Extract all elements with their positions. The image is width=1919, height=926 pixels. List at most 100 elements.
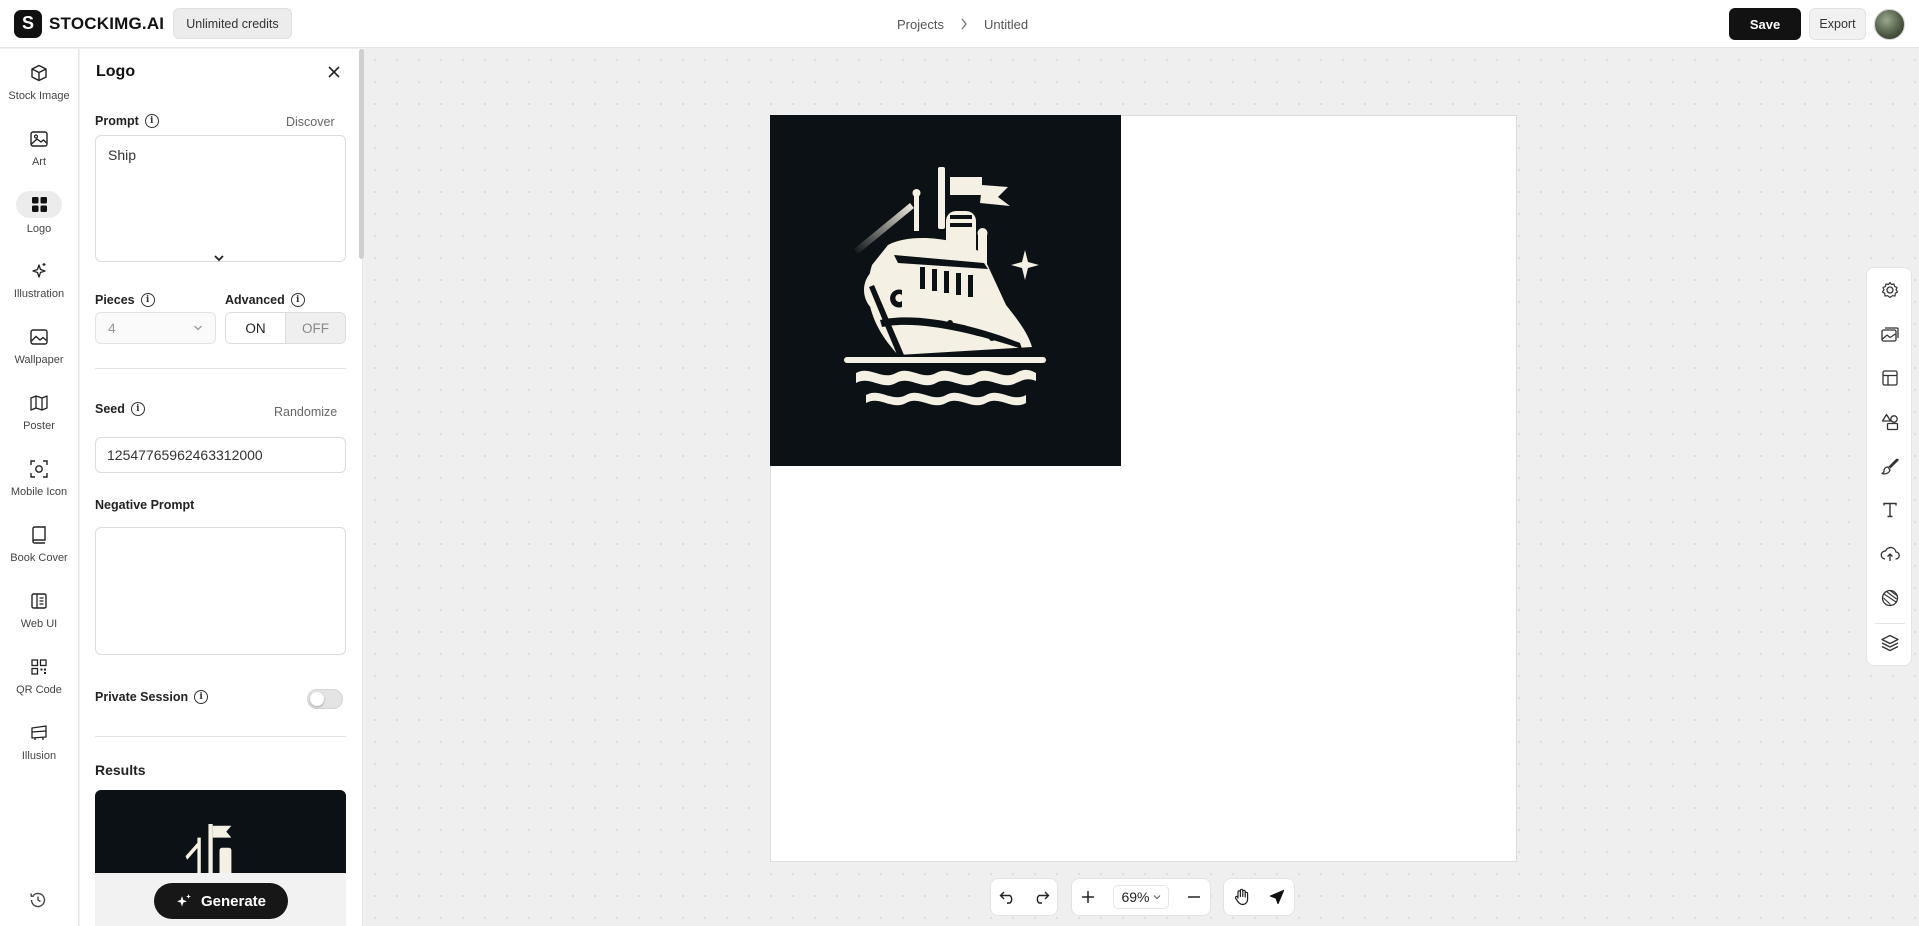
brand[interactable]: S STOCKIMG.AI	[14, 9, 165, 38]
rail-item-stock-image[interactable]: Stock Image	[0, 61, 78, 117]
rail-label: QR Code	[16, 684, 62, 696]
pieces-label-text: Pieces	[95, 293, 135, 307]
rail-item-art[interactable]: Art	[0, 127, 78, 183]
hand-icon[interactable]	[1233, 888, 1251, 906]
chevron-down-icon[interactable]	[210, 249, 228, 267]
gallery-icon[interactable]	[1879, 323, 1901, 345]
layout-icon	[24, 589, 54, 613]
qr-icon	[24, 655, 54, 679]
sticker-icon[interactable]	[1879, 587, 1901, 609]
negative-prompt-textarea[interactable]	[95, 527, 346, 655]
chevron-down-icon	[194, 325, 202, 331]
zoom-toolbar: 69%	[1071, 878, 1211, 916]
zoom-in-icon[interactable]	[1081, 890, 1095, 904]
private-session-label-text: Private Session	[95, 690, 189, 704]
breadcrumb-current[interactable]: Untitled	[984, 17, 1028, 32]
grid-icon	[16, 191, 62, 218]
export-button[interactable]: Export	[1809, 8, 1866, 40]
rail-label: Mobile Icon	[10, 486, 68, 498]
divider	[95, 368, 346, 369]
rail-label: Illusion	[21, 750, 57, 762]
history-toolbar	[990, 878, 1058, 916]
rail-item-mobile-icon[interactable]: Mobile Icon	[0, 457, 78, 513]
shapes-icon[interactable]	[1879, 411, 1901, 433]
right-toolbar	[1866, 267, 1912, 666]
text-icon[interactable]	[1879, 499, 1901, 521]
chevron-down-icon	[1153, 895, 1160, 900]
rail-label: Illustration	[13, 288, 65, 300]
info-icon[interactable]: i	[194, 690, 209, 704]
top-actions: Save Export	[1729, 0, 1905, 48]
info-icon[interactable]: i	[290, 293, 305, 307]
zoom-out-icon[interactable]	[1187, 890, 1201, 904]
negative-prompt-label: Negative Prompt	[95, 498, 194, 512]
pieces-select[interactable]: 4	[95, 312, 216, 344]
info-icon[interactable]: i	[144, 114, 159, 128]
advanced-toggle: ON OFF	[225, 312, 346, 344]
undo-icon[interactable]	[999, 890, 1017, 904]
seed-label: Seed i	[95, 402, 145, 416]
illusion-icon	[24, 721, 54, 745]
top-bar: S STOCKIMG.AI Unlimited credits Projects…	[0, 0, 1919, 48]
rail-item-web-ui[interactable]: Web UI	[0, 589, 78, 645]
rail-item-qr-code[interactable]: QR Code	[0, 655, 78, 711]
focus-icon	[24, 457, 54, 481]
rail-item-wallpaper[interactable]: Wallpaper	[0, 325, 78, 381]
rail-label: Web UI	[20, 618, 58, 630]
cursor-icon[interactable]	[1268, 888, 1286, 906]
image-icon	[24, 127, 54, 151]
generated-logo-image[interactable]	[770, 115, 1121, 466]
template-icon[interactable]	[1879, 367, 1901, 389]
advanced-on-button[interactable]: ON	[226, 313, 286, 343]
rail-item-illustration[interactable]: Illustration	[0, 259, 78, 315]
ship-logo-graphic	[844, 167, 1046, 406]
pointer-toolbar	[1223, 878, 1295, 916]
pieces-value: 4	[108, 320, 116, 336]
panel-title: Logo	[96, 63, 136, 80]
avatar[interactable]	[1874, 8, 1905, 40]
pieces-label: Pieces i	[95, 293, 155, 307]
logo-panel: Logo Prompt i Discover Ship Pieces i Adv…	[80, 49, 363, 926]
map-icon	[24, 391, 54, 415]
breadcrumb-projects[interactable]: Projects	[897, 17, 944, 32]
layers-icon[interactable]	[1879, 632, 1901, 654]
rail-item-illusion[interactable]: Illusion	[0, 721, 78, 777]
info-icon[interactable]: i	[140, 293, 155, 307]
save-button[interactable]: Save	[1729, 8, 1801, 40]
prompt-label: Prompt i	[95, 114, 159, 128]
generate-button[interactable]: Generate	[154, 883, 288, 919]
breadcrumb: Projects Untitled	[897, 0, 1028, 48]
rail-item-book-cover[interactable]: Book Cover	[0, 523, 78, 579]
credits-badge[interactable]: Unlimited credits	[173, 8, 292, 39]
rail-label: Wallpaper	[14, 354, 64, 366]
private-session-label: Private Session i	[95, 690, 209, 704]
private-session-toggle[interactable]	[307, 689, 343, 709]
info-icon[interactable]: i	[130, 402, 145, 416]
rail-item-poster[interactable]: Poster	[0, 391, 78, 447]
brand-logo-icon: S	[14, 9, 42, 38]
redo-icon[interactable]	[1032, 890, 1050, 904]
discover-link[interactable]: Discover	[286, 115, 335, 129]
results-label: Results	[95, 762, 146, 778]
advanced-off-button[interactable]: OFF	[286, 313, 345, 343]
randomize-link[interactable]: Randomize	[274, 405, 337, 419]
seed-input[interactable]: 12547765962463312000	[95, 437, 346, 473]
history-icon[interactable]	[29, 891, 47, 912]
brush-icon[interactable]	[1879, 455, 1901, 477]
sparkles-icon	[176, 894, 191, 907]
rail-label: Poster	[23, 420, 55, 432]
rail-label: Art	[31, 156, 47, 168]
cube-icon	[24, 61, 54, 85]
zoom-select[interactable]: 69%	[1113, 885, 1169, 909]
advanced-label: Advanced i	[225, 293, 305, 307]
chevron-right-icon	[961, 18, 967, 30]
brand-name: STOCKIMG.AI	[49, 13, 165, 33]
zoom-value: 69%	[1121, 889, 1150, 905]
rail-item-logo[interactable]: Logo	[0, 191, 78, 247]
close-icon[interactable]	[326, 64, 342, 80]
rail-label: Stock Image	[8, 90, 70, 102]
settings-icon[interactable]	[1879, 279, 1901, 301]
sparkles-icon	[24, 259, 54, 283]
upload-cloud-icon[interactable]	[1879, 543, 1901, 565]
prompt-textarea[interactable]: Ship	[95, 135, 346, 262]
